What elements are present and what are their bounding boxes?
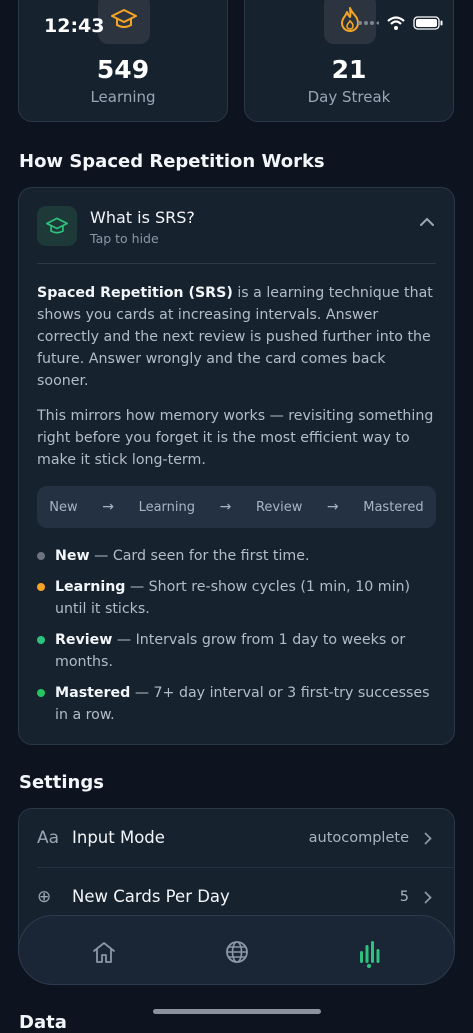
legend-item-review: Review — Intervals grow from 1 day to we…	[37, 629, 445, 673]
status-dot	[37, 552, 45, 560]
chevron-right-icon	[424, 832, 432, 845]
status-icons	[357, 16, 443, 30]
srs-flow-diagram: New → Learning → Review → Mastered	[37, 486, 436, 528]
status-dot	[37, 583, 45, 591]
home-icon	[93, 942, 115, 963]
legend-term: Mastered	[55, 685, 131, 701]
arrow-right-icon: →	[219, 499, 232, 515]
status-bar: 12:43	[0, 0, 473, 54]
tab-home[interactable]	[84, 932, 124, 972]
tab-bar	[18, 915, 455, 985]
legend-item-mastered: Mastered — 7+ day interval or 3 first-tr…	[37, 682, 445, 726]
srs-card-subtitle[interactable]: Tap to hide	[90, 231, 159, 246]
tab-browse[interactable]	[217, 932, 257, 972]
flow-step-learning: Learning	[138, 499, 196, 515]
arrow-right-icon: →	[326, 499, 339, 515]
chevron-up-icon[interactable]	[420, 217, 434, 226]
flow-step-review: Review	[255, 499, 303, 515]
legend-item-learning: Learning — Short re-show cycles (1 min, …	[37, 576, 445, 620]
battery-icon	[413, 16, 443, 30]
section-title-data: Data	[19, 1012, 67, 1033]
chevron-right-icon	[424, 891, 432, 904]
text-format-icon: Aa	[37, 828, 60, 848]
legend-term: Review	[55, 632, 113, 648]
legend-desc: — Card seen for the first time.	[89, 548, 310, 564]
stat-label: Learning	[90, 88, 156, 106]
srs-memory-note: This mirrors how memory works — revisiti…	[37, 408, 434, 468]
wifi-icon	[387, 16, 405, 30]
divider	[37, 263, 436, 264]
plus-circle-icon: ⊕	[37, 887, 52, 907]
bar-chart-icon	[360, 941, 380, 963]
legend-term: Learning	[55, 579, 126, 595]
status-time: 12:43	[44, 15, 105, 37]
stat-value: 21	[331, 55, 367, 84]
srs-info-card: What is SRS? Tap to hide Spaced Repetiti…	[18, 187, 455, 745]
status-dot	[37, 689, 45, 697]
srs-term: Spaced Repetition (SRS)	[37, 285, 233, 301]
status-dot	[37, 636, 45, 644]
stat-label: Day Streak	[307, 88, 391, 106]
active-tab-indicator	[367, 964, 371, 968]
setting-value: autocomplete	[308, 830, 409, 846]
signal-icon	[358, 21, 379, 25]
srs-card-title[interactable]: What is SRS?	[90, 208, 195, 227]
srs-description: Spaced Repetition (SRS) is a learning te…	[37, 282, 437, 392]
arrow-right-icon: →	[102, 499, 114, 515]
globe-icon	[226, 941, 248, 963]
setting-row-input-mode[interactable]: Aa Input Mode autocomplete	[19, 809, 454, 868]
section-title-settings: Settings	[19, 772, 104, 793]
setting-value: 5	[399, 889, 409, 905]
graduation-cap-icon	[37, 206, 77, 246]
stat-value: 549	[96, 55, 150, 84]
setting-label: New Cards Per Day	[72, 887, 230, 906]
legend-term: New	[55, 548, 90, 564]
flow-step-new: New	[49, 499, 78, 515]
legend-item-new: New — Card seen for the first time.	[37, 545, 445, 567]
section-title-srs: How Spaced Repetition Works	[19, 151, 325, 172]
flow-step-mastered: Mastered	[363, 499, 424, 515]
home-indicator[interactable]	[153, 1009, 321, 1014]
setting-label: Input Mode	[72, 828, 165, 847]
